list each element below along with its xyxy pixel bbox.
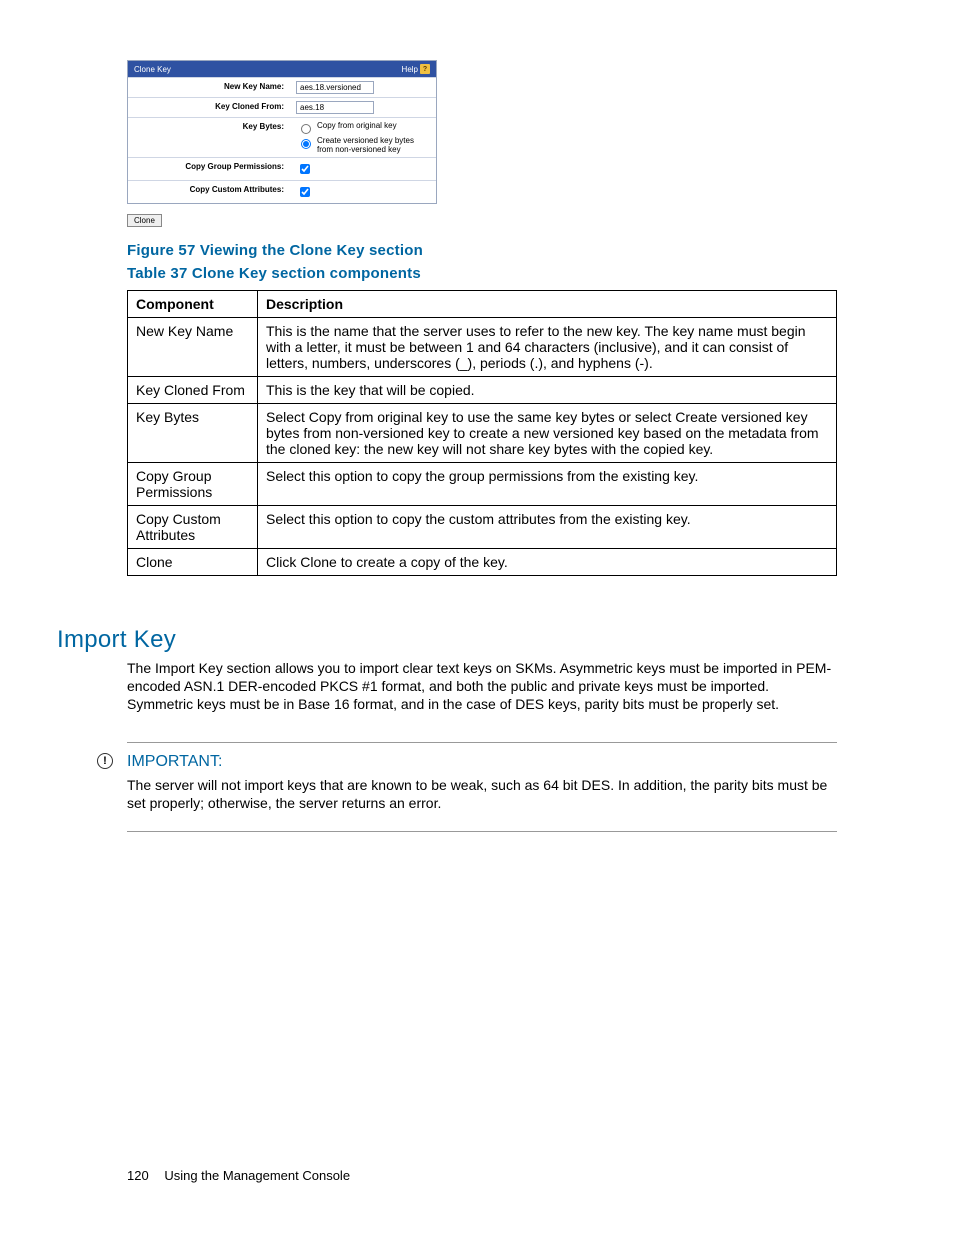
help-icon: ?: [420, 64, 430, 74]
field-label: Key Cloned From:: [128, 98, 290, 117]
key-bytes-option-versioned[interactable]: Create versioned key bytes from non-vers…: [296, 136, 430, 154]
table-caption: Table 37 Clone Key section components: [127, 265, 837, 282]
table-row: Key Bytes Select Copy from original key …: [128, 404, 837, 463]
radio-create-versioned[interactable]: [301, 139, 311, 149]
clone-key-panel: Clone Key Help ? New Key Name: Key Clone…: [127, 60, 437, 204]
table-header-component: Component: [128, 291, 258, 318]
field-label: New Key Name:: [128, 78, 290, 97]
section-body: The Import Key section allows you to imp…: [127, 660, 837, 714]
field-label: Copy Group Permissions:: [128, 158, 290, 180]
copy-custom-attributes-checkbox[interactable]: [300, 187, 310, 197]
panel-title: Clone Key: [134, 65, 171, 74]
key-bytes-option-copy[interactable]: Copy from original key: [296, 121, 430, 134]
field-label: Key Bytes:: [128, 118, 290, 157]
section-heading-import-key: Import Key: [57, 626, 837, 654]
page-number: 120: [127, 1168, 149, 1183]
panel-header: Clone Key Help ?: [128, 61, 436, 77]
important-text: The server will not import keys that are…: [127, 777, 837, 813]
copy-group-permissions-checkbox[interactable]: [300, 164, 310, 174]
table-row: Copy Group Permissions Select this optio…: [128, 463, 837, 506]
table-row: Key Cloned From This is the key that wil…: [128, 377, 837, 404]
page-footer: 120 Using the Management Console: [127, 1168, 350, 1183]
footer-title: Using the Management Console: [164, 1168, 350, 1183]
important-icon: !: [97, 753, 113, 769]
table-row: Copy Custom Attributes Select this optio…: [128, 506, 837, 549]
figure-caption: Figure 57 Viewing the Clone Key section: [127, 242, 837, 259]
table-row: New Key Name This is the name that the s…: [128, 318, 837, 377]
help-link[interactable]: Help ?: [402, 64, 430, 74]
field-label: Copy Custom Attributes:: [128, 181, 290, 203]
key-cloned-from-input[interactable]: [296, 101, 374, 114]
important-note: ! IMPORTANT: The server will not import …: [127, 742, 837, 832]
radio-copy-original[interactable]: [301, 124, 311, 134]
new-key-name-input[interactable]: [296, 81, 374, 94]
important-label: IMPORTANT:: [127, 753, 837, 771]
table-header-description: Description: [258, 291, 837, 318]
components-table: Component Description New Key Name This …: [127, 290, 837, 576]
clone-button[interactable]: Clone: [127, 214, 162, 227]
table-row: Clone Click Clone to create a copy of th…: [128, 549, 837, 576]
